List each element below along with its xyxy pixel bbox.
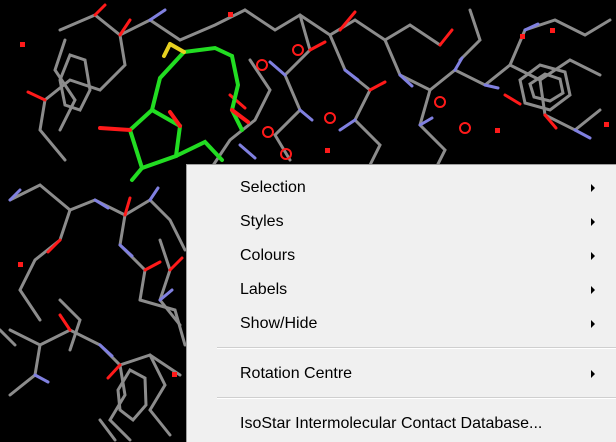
menu-item-show-hide[interactable]: Show/Hide <box>187 307 616 341</box>
submenu-arrow-icon <box>591 218 595 226</box>
menu-item-label: Colours <box>240 247 296 264</box>
submenu-arrow-icon <box>591 252 595 260</box>
menu-item-labels[interactable]: Labels <box>187 273 616 307</box>
menu-item-rotation-centre[interactable]: Rotation Centre <box>187 357 616 391</box>
menu-item-selection[interactable]: Selection <box>187 171 616 205</box>
menu-separator <box>217 347 616 349</box>
application-window: Selection Styles Colours Labels Show/Hid… <box>0 0 616 442</box>
submenu-arrow-icon <box>591 370 595 378</box>
menu-separator <box>217 397 616 399</box>
menu-item-label: IsoStar Intermolecular Contact Database.… <box>240 415 543 432</box>
menu-item-label: Styles <box>240 213 284 230</box>
submenu-arrow-icon <box>591 184 595 192</box>
menu-item-colours[interactable]: Colours <box>187 239 616 273</box>
context-menu: Selection Styles Colours Labels Show/Hid… <box>186 164 616 442</box>
submenu-arrow-icon <box>591 286 595 294</box>
menu-item-label: Selection <box>240 179 306 196</box>
menu-item-label: Labels <box>240 281 288 298</box>
menu-item-isostar-database[interactable]: IsoStar Intermolecular Contact Database.… <box>187 407 616 441</box>
menu-item-label: Show/Hide <box>240 315 318 332</box>
menu-item-label: Rotation Centre <box>240 365 353 382</box>
submenu-arrow-icon <box>591 320 595 328</box>
menu-item-styles[interactable]: Styles <box>187 205 616 239</box>
